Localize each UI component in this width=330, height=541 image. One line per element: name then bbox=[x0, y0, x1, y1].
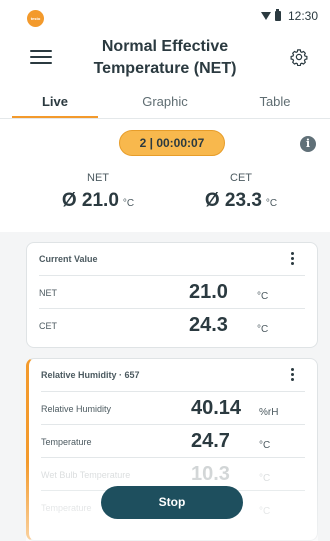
summary-unit: °C bbox=[122, 198, 135, 209]
tab-live[interactable]: Live bbox=[0, 88, 110, 118]
row-label: Temperature bbox=[41, 437, 92, 447]
row-unit: %rH bbox=[259, 407, 279, 418]
value-row: NET 21.0 °C bbox=[39, 276, 305, 309]
summary-value: Ø 21.0 °C bbox=[33, 190, 163, 212]
card-header: Current Value bbox=[39, 243, 305, 276]
info-icon[interactable]: i bbox=[300, 136, 316, 152]
row-label: Temperature bbox=[41, 503, 92, 513]
testo-logo-icon: testo bbox=[27, 10, 44, 27]
card-title: Current Value bbox=[39, 254, 98, 264]
row-unit: °C bbox=[259, 506, 271, 517]
current-value-card: Current Value NET 21.0 °C CET 24.3 °C bbox=[26, 242, 318, 348]
wifi-icon bbox=[260, 12, 271, 20]
summary-cet: CET Ø 23.3 °C bbox=[176, 172, 306, 212]
tab-graphic[interactable]: Graphic bbox=[110, 88, 220, 118]
row-label: CET bbox=[39, 321, 57, 331]
row-label: Wet Bulb Temperature bbox=[41, 470, 131, 480]
value-row: Temperature 24.7 °C bbox=[41, 425, 305, 458]
battery-icon bbox=[274, 9, 281, 21]
more-options-icon[interactable] bbox=[291, 368, 295, 382]
status-indicators: 12:30 bbox=[260, 9, 318, 23]
row-unit: °C bbox=[257, 291, 269, 302]
card-title: Relative Humidity · 657 bbox=[41, 370, 140, 380]
summary-value: Ø 23.3 °C bbox=[176, 190, 306, 212]
more-options-icon[interactable] bbox=[291, 252, 295, 266]
row-value: 24.7 bbox=[191, 430, 230, 452]
summary-label: CET bbox=[230, 172, 252, 184]
measurement-timer-badge: 2 | 00:00:07 bbox=[119, 130, 225, 156]
gear-icon[interactable] bbox=[290, 48, 308, 66]
row-unit: °C bbox=[259, 440, 271, 451]
row-value: 21.0 bbox=[189, 281, 228, 303]
row-unit: °C bbox=[257, 324, 269, 335]
row-label: NET bbox=[39, 288, 57, 298]
summary-number: Ø 23.3 bbox=[204, 190, 262, 211]
summary-label: NET bbox=[87, 172, 109, 184]
stop-button[interactable]: Stop bbox=[101, 486, 243, 519]
value-row: Relative Humidity 40.14 %rH bbox=[41, 392, 305, 425]
clock: 12:30 bbox=[287, 9, 318, 23]
page-title: Normal Effective Temperature (NET) bbox=[93, 38, 237, 77]
view-tabs: Live Graphic Table bbox=[0, 88, 330, 118]
row-value: 40.14 bbox=[191, 397, 242, 419]
summary-values: NET Ø 21.0 °C CET Ø 23.3 °C bbox=[0, 172, 330, 232]
row-label: Relative Humidity bbox=[41, 404, 112, 414]
summary-unit: °C bbox=[265, 198, 278, 209]
row-value: 10.3 bbox=[191, 463, 230, 485]
value-row: CET 24.3 °C bbox=[39, 309, 305, 342]
summary-net: NET Ø 21.0 °C bbox=[33, 172, 163, 212]
summary-number: Ø 21.0 bbox=[61, 190, 119, 211]
tab-table[interactable]: Table bbox=[220, 88, 330, 118]
hamburger-menu-icon[interactable] bbox=[30, 50, 52, 64]
tabs-divider bbox=[0, 118, 330, 119]
app-header: Normal Effective Temperature (NET) bbox=[0, 28, 330, 82]
status-bar: testo 12:30 bbox=[0, 0, 330, 28]
card-header: Relative Humidity · 657 bbox=[41, 359, 305, 392]
row-value: 24.3 bbox=[189, 314, 228, 336]
row-unit: °C bbox=[259, 473, 271, 484]
